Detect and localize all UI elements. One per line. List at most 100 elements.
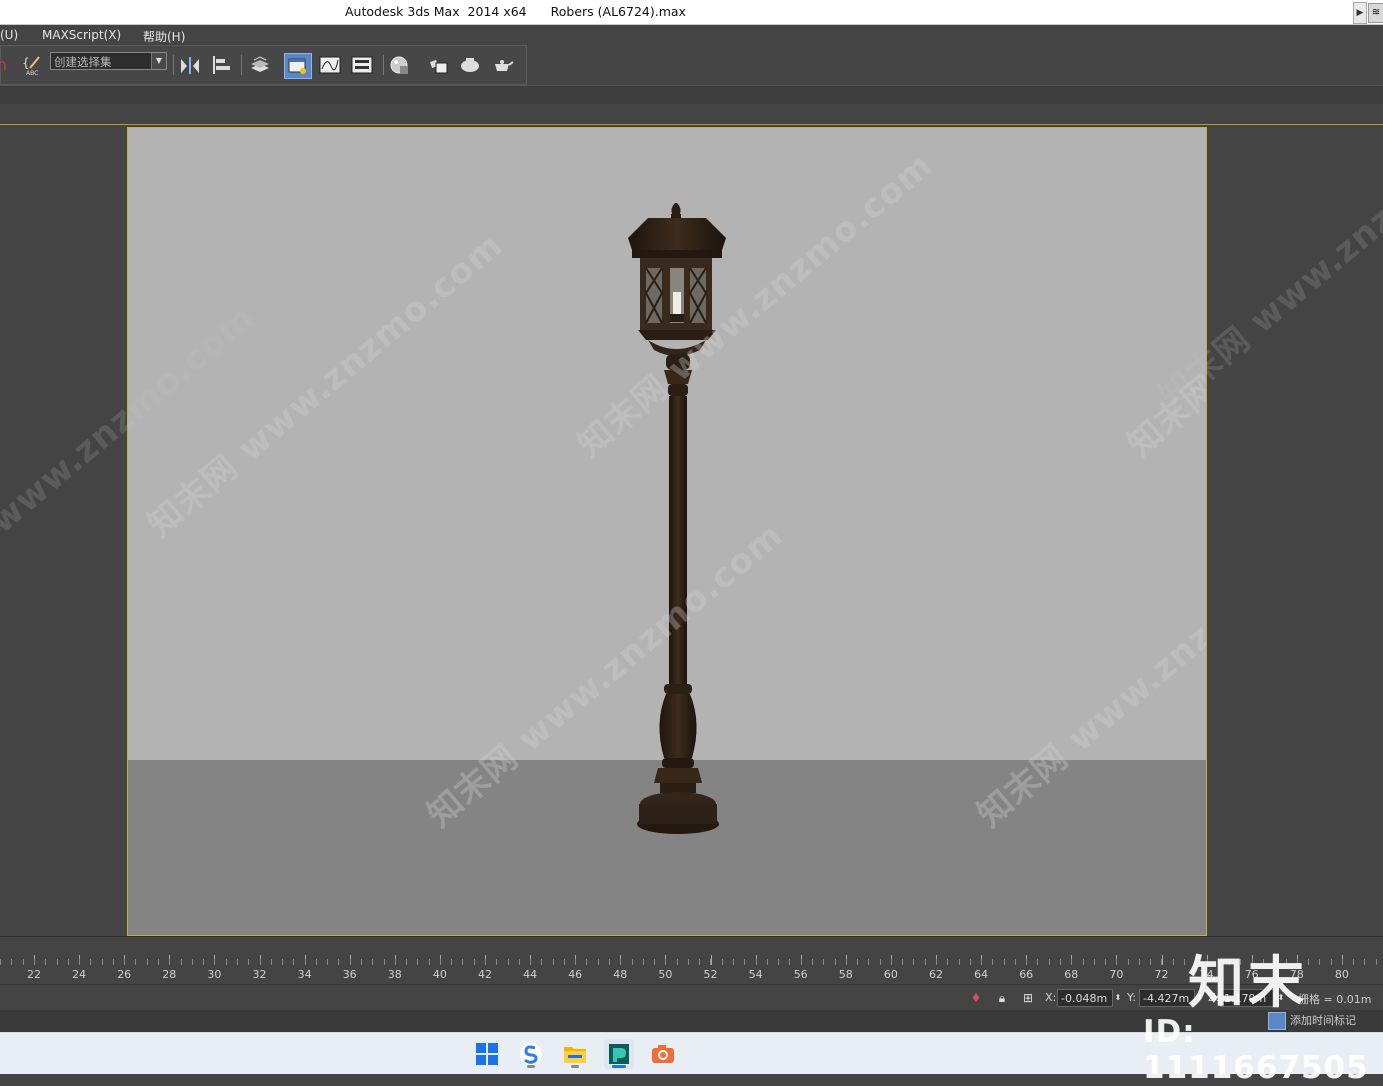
menu-item-maxscript[interactable]: MAXScript(X) [42,28,121,42]
timeline[interactable]: 22 24 26 28 30 32 34 36 38 40 42 44 46 48 50 52 54 56 58 60… [0,936,1383,985]
timeline-minor-tick [203,959,204,965]
timeline-tick-label: 34 [297,968,312,981]
align-icon[interactable] [209,53,235,77]
mirror-icon[interactable] [177,53,203,77]
timeline-minor-tick [789,959,790,965]
timeline-minor-tick [564,959,565,965]
timeline-minor-tick [744,959,745,965]
toolbar-separator [241,55,242,75]
layer-manager-icon[interactable] [247,53,273,77]
timeline-minor-tick [248,959,249,965]
render-production-icon[interactable] [490,53,516,77]
viewport-safe-frame[interactable]: 知末网 www.znzmo.com 知末网 www.znzmo.com 知末网 … [127,127,1207,936]
sogou-browser-icon[interactable] [516,1039,546,1069]
timeline-minor-tick [271,959,272,965]
timeline-minor-tick [823,959,824,965]
timeline-minor-tick [609,959,610,965]
timeline-tick-label: 30 [207,968,222,981]
timeline-minor-tick [1049,959,1050,965]
timeline-minor-tick [1128,959,1129,965]
timeline-minor-tick [1037,959,1038,965]
screenshot-tool-icon[interactable] [648,1039,678,1069]
timeline-tick-label: 28 [162,968,177,981]
timeline-minor-tick [1139,959,1140,965]
timeline-minor-tick [1342,959,1343,965]
timeline-minor-tick [79,959,80,965]
window-title: Autodesk 3ds Max 2014 x64 Robers (AL6724)… [345,4,686,19]
timeline-minor-tick [181,959,182,965]
timeline-tick-label: 64 [974,968,989,981]
timeline-minor-tick [0,959,1,965]
timeline-minor-tick [632,959,633,965]
status-bar: ♦ 🔒︎ ⊞ X: -0.048m ⬍ Y: -4.427m ⬍ Z: 1.17… [0,984,1383,1011]
timeline-minor-tick [316,959,317,965]
timeline-minor-tick [34,959,35,965]
running-indicator [527,1065,535,1068]
infocenter-icon[interactable]: ≋ [1368,3,1383,23]
scene-explorer-icon[interactable] [284,53,312,79]
named-selection-set-dropdown[interactable]: 创建选择集 ▼ [50,52,167,70]
material-editor-icon[interactable] [387,53,413,77]
timeline-tick-label: 60 [883,968,898,981]
3ds-max-icon[interactable] [604,1039,634,1069]
timeline-minor-tick [710,959,711,965]
timeline-minor-tick [575,959,576,965]
timeline-minor-tick [384,959,385,965]
file-explorer-icon[interactable] [560,1039,590,1069]
timeline-minor-tick [1004,959,1005,965]
render-setup-icon[interactable] [425,53,451,77]
timeline-minor-tick [902,959,903,965]
timeline-minor-tick [327,959,328,965]
chevron-down-icon[interactable]: ▼ [151,53,166,69]
timeline-minor-tick [305,959,306,965]
timeline-minor-tick [372,959,373,965]
timeline-minor-tick [90,959,91,965]
timeline-minor-tick [1319,959,1320,965]
rendered-frame-window-icon[interactable] [457,53,483,77]
timeline-minor-tick [57,959,58,965]
edit-named-selection-icon[interactable]: {ABC [19,53,45,77]
timeline-minor-tick [429,959,430,965]
timeline-minor-tick [1015,959,1016,965]
timeline-minor-tick [508,959,509,965]
timeline-ruler[interactable]: 22 24 26 28 30 32 34 36 38 40 42 44 46 48 50 52 54 56 58 60… [0,955,1383,983]
svg-text:{: { [22,56,30,70]
street-lamp-model[interactable] [618,198,738,843]
x-coordinate-field[interactable]: -0.048m [1057,989,1113,1007]
menu-bar: (U) MAXScript(X) 帮助(H) [0,25,1383,45]
timeline-minor-tick [541,959,542,965]
pin-icon[interactable]: ♦ [968,989,984,1007]
timeline-minor-tick [293,959,294,965]
toolbar-group: ∩ {ABC 创建选择集 ▼ [0,45,527,85]
absolute-mode-icon[interactable]: ⊞ [1020,989,1036,1007]
timeline-tick-label: 52 [703,968,718,981]
timeline-minor-tick [338,959,339,965]
curve-editor-icon[interactable] [317,53,343,77]
timeline-tick-label: 54 [748,968,763,981]
menu-item-help[interactable]: 帮助(H) [143,28,185,45]
schematic-view-icon[interactable] [349,53,375,77]
timeline-tick-label: 26 [117,968,132,981]
menu-item-u[interactable]: (U) [0,28,18,42]
x-spinner[interactable]: ⬍ [1113,989,1123,1007]
timeline-minor-tick [947,959,948,965]
title-scroll-right-button[interactable]: ▶ [1353,2,1367,24]
lock-icon[interactable]: 🔒︎ [994,989,1010,1007]
timeline-minor-tick [135,959,136,965]
timeline-minor-tick [45,959,46,965]
toolbar-separator [173,55,174,75]
timeline-minor-tick [395,959,396,965]
timeline-minor-tick [169,959,170,965]
timeline-minor-tick [778,959,779,965]
timeline-tick-label: 36 [342,968,357,981]
timeline-tick-label: 44 [523,968,538,981]
windows-start-icon[interactable] [472,1039,502,1069]
y-coordinate-field[interactable]: -4.427m [1139,989,1195,1007]
timeline-minor-tick [891,959,892,965]
magnet-icon[interactable]: ∩ [0,53,15,77]
timeline-minor-tick [147,959,148,965]
timeline-minor-tick [1353,959,1354,965]
timeline-minor-tick [1116,959,1117,965]
timeline-minor-tick [835,959,836,965]
timeline-minor-tick [913,959,914,965]
